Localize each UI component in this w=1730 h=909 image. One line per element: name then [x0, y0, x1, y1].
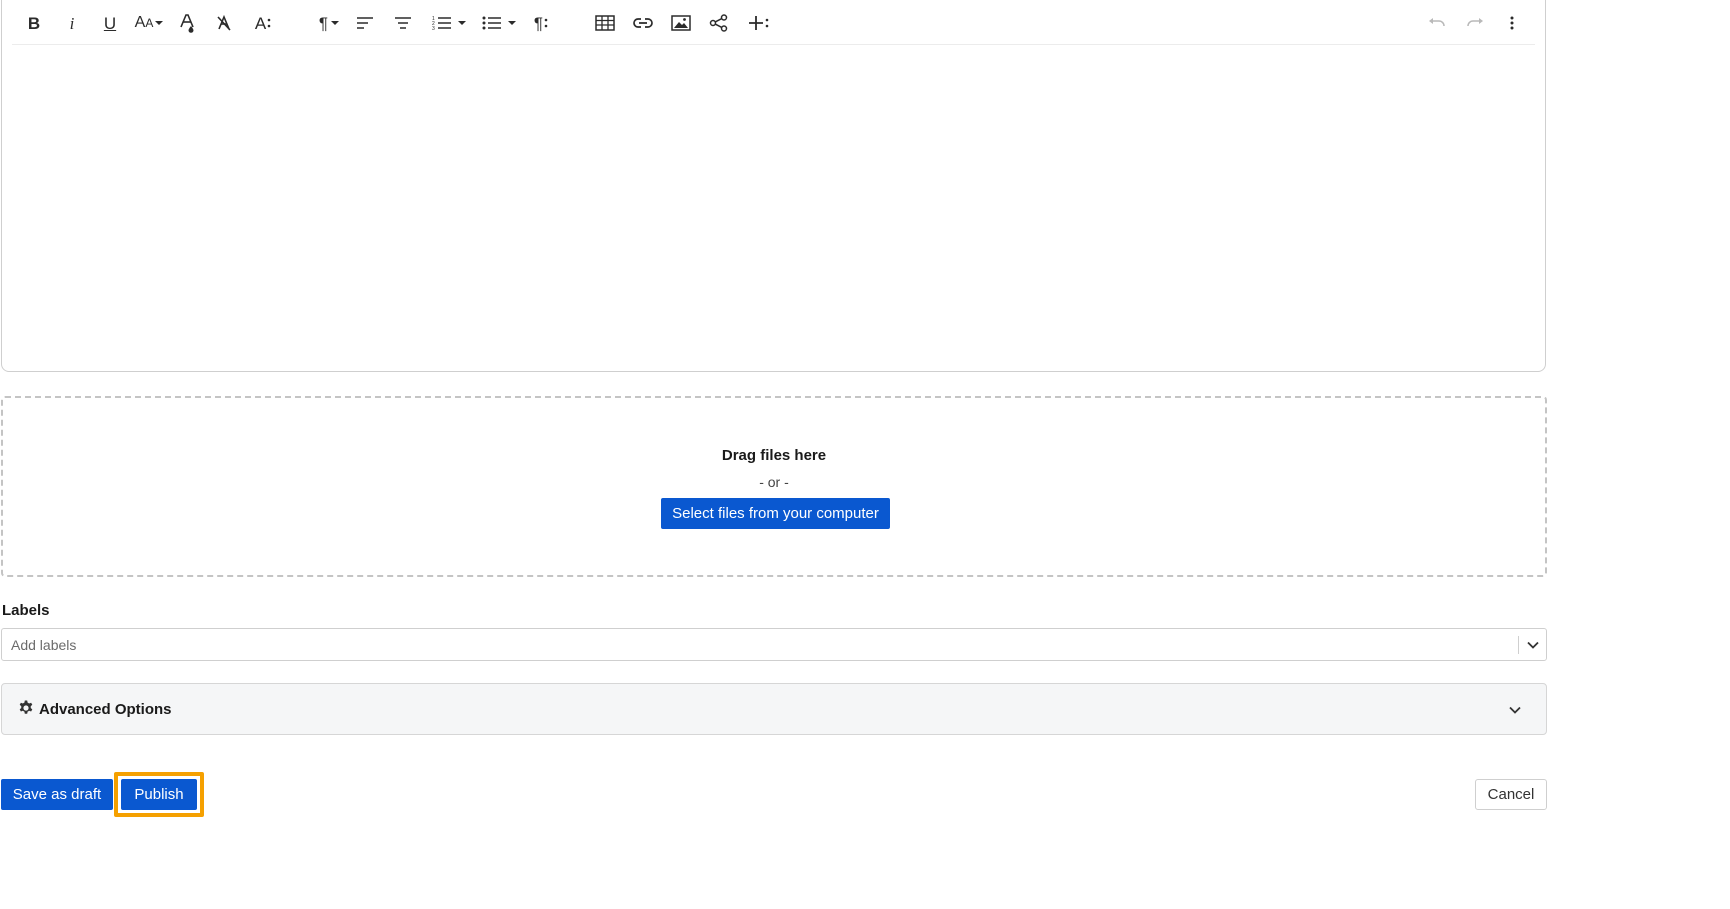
underline-icon[interactable]: U [100, 9, 120, 37]
post-editor-page: B i U AA A ¶ 1 2 3 ¶ Drag files here - o… [0, 0, 1730, 909]
editor-content-area[interactable] [12, 47, 1535, 361]
align-center-icon[interactable] [392, 9, 414, 37]
paragraph-format-icon[interactable]: ¶ [314, 9, 344, 37]
select-files-button[interactable]: Select files from your computer [661, 498, 890, 529]
rich-text-editor: B i U AA A ¶ 1 2 3 ¶ [1, 0, 1546, 372]
labels-placeholder: Add labels [11, 637, 77, 653]
save-as-draft-button[interactable]: Save as draft [1, 779, 113, 810]
table-icon[interactable] [594, 9, 616, 37]
svg-text:3: 3 [432, 26, 435, 31]
redo-icon[interactable] [1464, 9, 1486, 37]
publish-button[interactable]: Publish [121, 779, 197, 810]
chevron-down-icon [1508, 703, 1522, 722]
italic-icon[interactable]: i [62, 9, 82, 37]
more-paragraph-icon[interactable]: ¶ [530, 9, 552, 37]
gear-icon [18, 700, 34, 721]
font-size-icon[interactable]: AA [134, 9, 164, 37]
share-icon[interactable] [708, 9, 730, 37]
clear-formatting-icon[interactable] [214, 9, 234, 37]
more-options-icon[interactable] [1504, 9, 1520, 37]
bold-icon[interactable]: B [24, 9, 44, 37]
link-icon[interactable] [632, 9, 654, 37]
editor-toolbar: B i U AA A ¶ 1 2 3 ¶ [12, 1, 1535, 45]
chevron-down-icon[interactable] [1526, 638, 1540, 657]
labels-input[interactable]: Add labels [1, 628, 1547, 661]
dropzone-title: Drag files here [721, 447, 827, 464]
more-text-icon[interactable]: A [252, 9, 274, 37]
advanced-options-label: Advanced Options [39, 701, 172, 718]
ordered-list-icon[interactable]: 1 2 3 [430, 9, 468, 37]
undo-icon[interactable] [1426, 9, 1448, 37]
unordered-list-icon[interactable] [480, 9, 518, 37]
labels-heading: Labels [2, 602, 50, 619]
image-icon[interactable] [670, 9, 692, 37]
file-dropzone[interactable]: Drag files here - or - Select files from… [1, 396, 1547, 577]
advanced-options-toggle[interactable]: Advanced Options [1, 683, 1547, 735]
more-insert-icon[interactable] [746, 9, 770, 37]
text-color-icon[interactable] [177, 9, 197, 37]
dropzone-or-text: - or - [759, 474, 789, 490]
cancel-button[interactable]: Cancel [1475, 779, 1547, 810]
align-left-icon[interactable] [354, 9, 376, 37]
labels-separator [1518, 636, 1519, 654]
